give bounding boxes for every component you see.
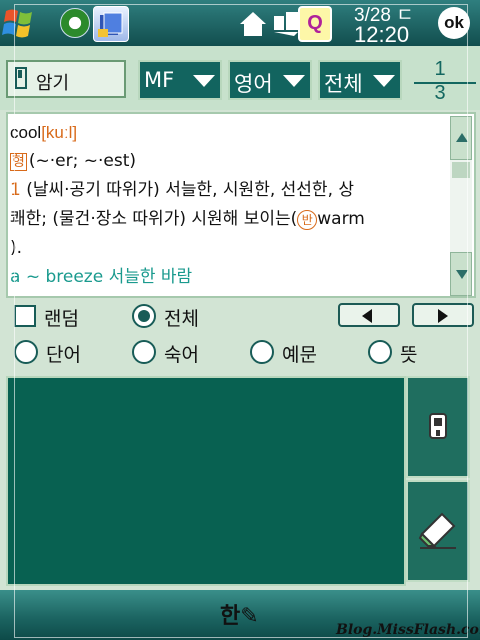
next-button[interactable]: [412, 303, 474, 327]
dictionary-book-icon[interactable]: [93, 6, 129, 42]
chevron-down-icon: [193, 75, 215, 87]
windows-start-icon[interactable]: [0, 3, 44, 43]
watermark: Blog.MissFlash.com: [336, 622, 480, 638]
vertical-scrollbar[interactable]: [450, 116, 472, 296]
page-indicator: 1 3: [410, 58, 476, 104]
meaning-label: 뜻: [400, 344, 418, 366]
tool-panel: [406, 376, 474, 586]
memorize-button[interactable]: 암기: [6, 60, 126, 98]
dictionary-entry-panel[interactable]: cool[kuːl] 형 (~·er; ~·est) 1 (날씨·공기 따위가) …: [6, 112, 476, 298]
word-label: 단어: [46, 344, 81, 366]
headword: cool: [10, 123, 42, 142]
inflection: (~·er; ~·est): [28, 151, 137, 171]
chevron-down-icon: [283, 75, 305, 87]
ok-button[interactable]: ok: [438, 7, 470, 39]
sense-number: 1: [10, 180, 21, 200]
handwriting-area[interactable]: [6, 376, 406, 586]
previous-button[interactable]: [338, 303, 400, 327]
scroll-up-button[interactable]: [450, 116, 472, 160]
font-dropdown[interactable]: MF: [138, 60, 222, 100]
eraser-button[interactable]: [406, 480, 470, 582]
toolbar: 암기 MF 영어 전체 1 3: [0, 46, 480, 110]
sense-line-1: 1 (날씨·공기 따위가) 서늘한, 시원한, 선선한, 상: [10, 176, 450, 205]
inflection-line: 형 (~·er; ~·est): [10, 147, 450, 176]
page-total: 3: [434, 82, 446, 104]
sync-icon[interactable]: [60, 8, 90, 38]
antonym-badge: 반: [297, 210, 318, 230]
status-bar: Q 3/28 ㄷ 12:20 ok: [0, 0, 480, 48]
word-radio[interactable]: [14, 340, 38, 364]
example-radio[interactable]: [250, 340, 274, 364]
pencil-icon: ✎: [240, 604, 259, 629]
example-line: a ~ breeze 서늘한 바람: [10, 263, 450, 292]
input-method-button[interactable]: 한✎: [220, 598, 262, 630]
idiom-label: 숙어: [164, 344, 199, 366]
headword-line: cool[kuːl]: [10, 118, 450, 147]
arrow-right-icon: [438, 309, 448, 323]
arrow-down-icon: [456, 270, 468, 279]
memorize-label: 암기: [36, 73, 70, 94]
status-time[interactable]: 12:20: [354, 22, 409, 48]
range-dropdown-value: 전체: [324, 72, 363, 96]
page-current: 1: [434, 58, 446, 80]
all-label: 전체: [164, 308, 199, 330]
arrow-left-icon: [362, 309, 372, 323]
random-label: 랜덤: [44, 308, 79, 330]
example-text: a ~ breeze 서늘한 바람: [10, 267, 193, 287]
range-dropdown[interactable]: 전체: [318, 60, 402, 100]
sense-line-3: ).: [10, 234, 450, 263]
pen-button[interactable]: [406, 376, 470, 478]
meaning-radio[interactable]: [368, 340, 392, 364]
sense-line-2: 쾌한; (물건·장소 따위가) 시원해 보이는(반 warm: [10, 205, 450, 234]
sense-text-2: 쾌한; (물건·장소 따위가) 시원해 보이는(: [10, 209, 298, 229]
random-checkbox[interactable]: [14, 305, 36, 327]
q-notification-icon[interactable]: Q: [298, 6, 332, 42]
arrow-up-icon: [456, 133, 468, 142]
chevron-down-icon: [373, 75, 395, 87]
ime-label: 한: [220, 604, 241, 629]
language-dropdown-value: 영어: [234, 72, 273, 96]
sense-text-3: ).: [10, 238, 23, 258]
eraser-icon: [408, 512, 468, 584]
pronunciation: [kuːl]: [41, 123, 78, 142]
language-dropdown[interactable]: 영어: [228, 60, 312, 100]
pos-badge: 형: [10, 153, 27, 171]
pen-icon: [408, 413, 468, 480]
bookmark-icon: [14, 66, 28, 92]
antonym-word: warm: [317, 209, 365, 229]
all-radio[interactable]: [132, 304, 156, 328]
idiom-radio[interactable]: [132, 340, 156, 364]
font-dropdown-value: MF: [144, 68, 175, 92]
scroll-down-button[interactable]: [450, 252, 472, 296]
home-icon: [236, 10, 270, 38]
sense-text-1: (날씨·공기 따위가) 서늘한, 시원한, 선선한, 상: [20, 180, 355, 200]
example-label: 예문: [282, 344, 317, 366]
scroll-thumb[interactable]: [452, 162, 470, 178]
